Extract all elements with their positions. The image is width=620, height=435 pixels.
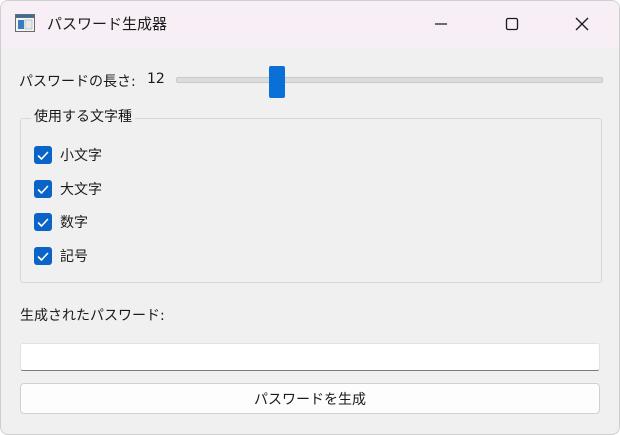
charset-group-legend: 使用する文字種 bbox=[31, 106, 135, 126]
title-bar[interactable]: パスワード生成器 bbox=[1, 1, 619, 47]
checkbox-uppercase[interactable]: 大文字 bbox=[34, 179, 102, 199]
checkbox-label: 数字 bbox=[60, 215, 88, 231]
app-window-icon bbox=[15, 14, 35, 32]
length-value: 12 bbox=[147, 71, 165, 87]
checkmark-icon bbox=[37, 180, 49, 199]
checkbox-box[interactable] bbox=[34, 213, 52, 231]
generated-password-label: 生成されたパスワード: bbox=[20, 308, 165, 324]
checkbox-lowercase[interactable]: 小文字 bbox=[34, 145, 102, 165]
app-window: パスワード生成器 パスワードの長さ: 12 使用する文字種 小文字 大文字 数字… bbox=[0, 0, 620, 435]
length-label: パスワードの長さ: bbox=[19, 74, 136, 90]
main-content: パスワードの長さ: 12 使用する文字種 小文字 大文字 数字 記号 生成された… bbox=[1, 47, 619, 434]
checkmark-icon bbox=[37, 146, 49, 165]
generate-password-button[interactable]: パスワードを生成 bbox=[20, 383, 600, 414]
length-slider-thumb[interactable] bbox=[269, 66, 285, 98]
checkbox-label: 大文字 bbox=[60, 182, 102, 198]
generated-password-field[interactable] bbox=[20, 343, 600, 371]
checkbox-box[interactable] bbox=[34, 180, 52, 198]
checkbox-box[interactable] bbox=[34, 146, 52, 164]
charset-group bbox=[20, 118, 602, 283]
length-slider[interactable] bbox=[176, 77, 603, 83]
close-icon bbox=[575, 17, 589, 31]
checkbox-box[interactable] bbox=[34, 247, 52, 265]
checkbox-label: 記号 bbox=[60, 249, 88, 265]
checkbox-digits[interactable]: 数字 bbox=[34, 212, 88, 232]
close-button[interactable] bbox=[559, 1, 605, 47]
minimize-icon bbox=[434, 17, 448, 31]
minimize-button[interactable] bbox=[418, 1, 464, 47]
checkbox-symbols[interactable]: 記号 bbox=[34, 246, 88, 266]
checkbox-label: 小文字 bbox=[60, 148, 102, 164]
maximize-icon bbox=[505, 17, 519, 31]
window-title: パスワード生成器 bbox=[47, 15, 168, 33]
maximize-button[interactable] bbox=[489, 1, 535, 47]
checkmark-icon bbox=[37, 247, 49, 266]
checkmark-icon bbox=[37, 213, 49, 232]
